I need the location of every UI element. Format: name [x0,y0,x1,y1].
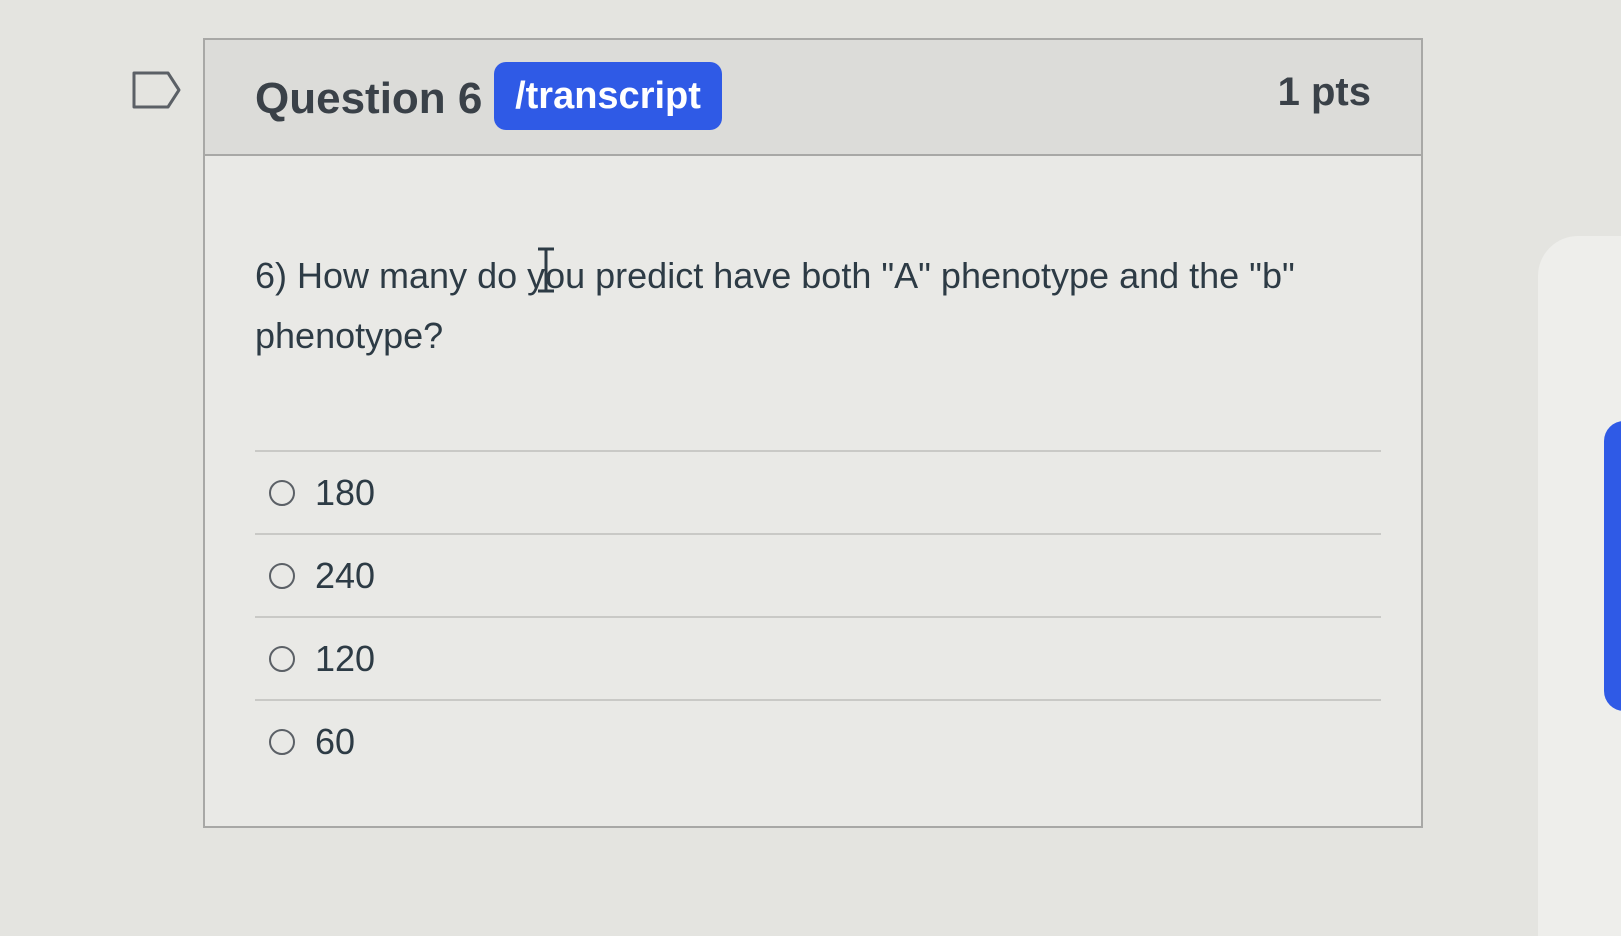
answer-label: 240 [315,554,376,596]
radio-button[interactable] [269,728,295,755]
answer-label: 60 [315,720,356,762]
answer-label: 180 [315,471,376,513]
answer-option[interactable]: 60 [255,699,1381,782]
question-text: 6) How many do you predict have both "A"… [255,255,1295,356]
question-points: 1 pts [1277,70,1371,114]
answer-list: 180 240 120 60 [255,450,1381,782]
radio-button[interactable] [269,562,295,589]
radio-button[interactable] [269,479,295,506]
question-header: Question 6 /transcript 1 pts [205,40,1421,156]
side-panel-accent[interactable] [1604,421,1621,711]
answer-option[interactable]: 240 [255,533,1381,616]
answer-label: 120 [315,637,376,679]
answer-option[interactable]: 180 [255,450,1381,533]
transcript-badge[interactable]: /transcript [494,62,722,130]
bookmark-flag-icon[interactable] [132,70,182,110]
text-cursor-icon [538,247,554,293]
radio-button[interactable] [269,645,295,672]
question-card: Question 6 /transcript 1 pts 6) How many… [203,38,1423,828]
question-title: Question 6 [255,74,483,123]
answer-option[interactable]: 120 [255,616,1381,699]
